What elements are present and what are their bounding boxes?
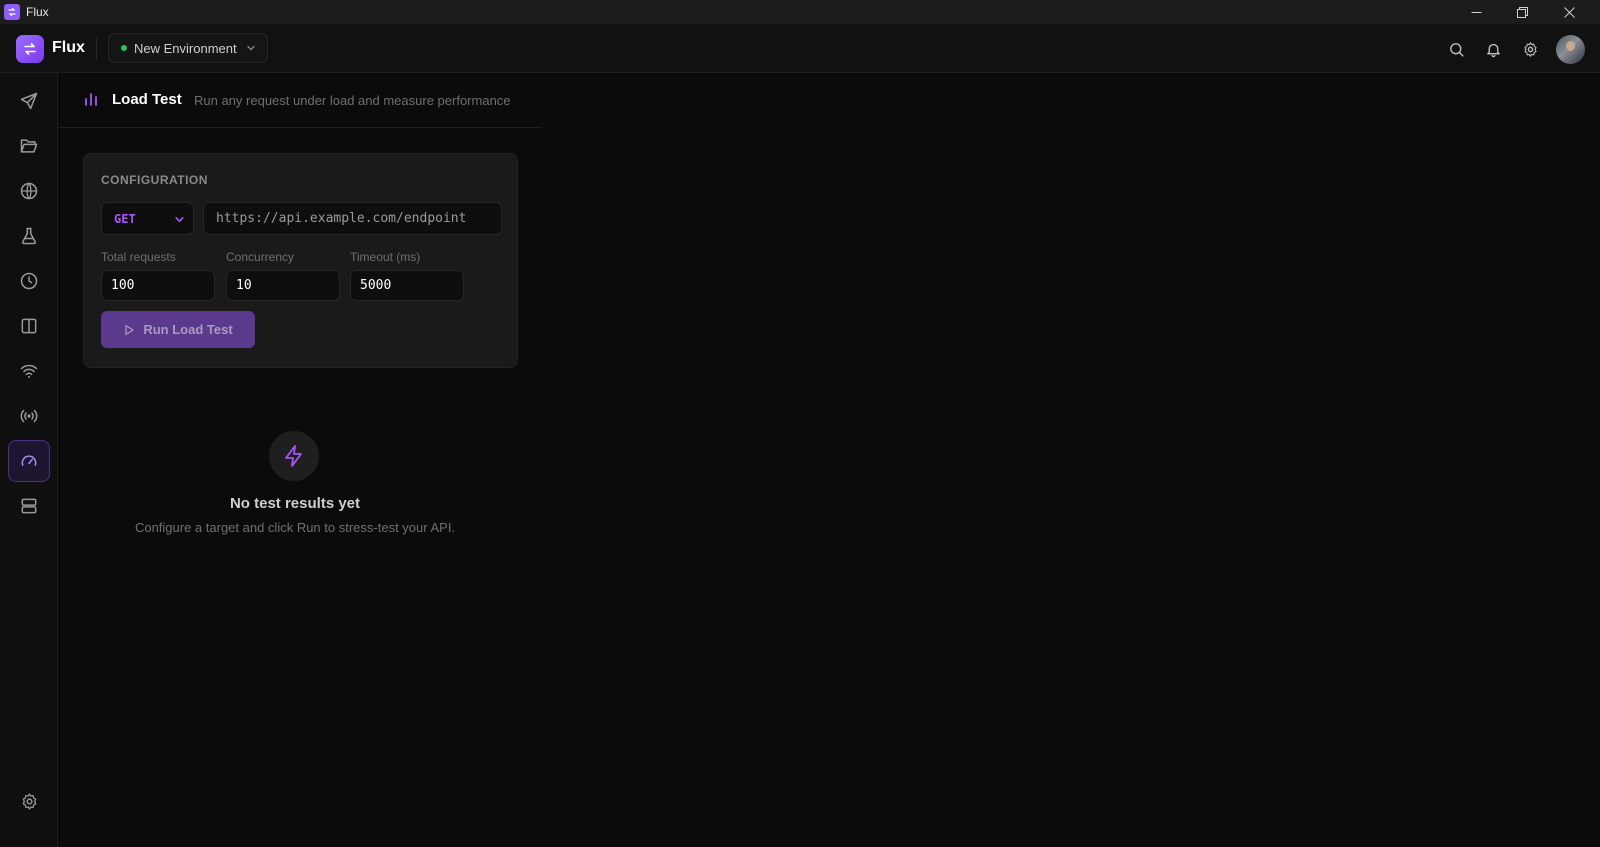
timeout-input[interactable] (350, 270, 464, 301)
url-input[interactable] (203, 202, 502, 235)
sidebar-item-requests[interactable] (8, 80, 50, 122)
empty-state-subtitle: Configure a target and click Run to stre… (134, 520, 456, 535)
brand-name: Flux (52, 39, 85, 56)
clock-icon (20, 272, 38, 290)
gear-icon (22, 792, 36, 810)
environment-status-dot (121, 45, 127, 51)
run-button-label: Run Load Test (143, 322, 233, 337)
total-requests-label: Total requests (101, 250, 176, 264)
empty-state-title: No test results yet (229, 495, 361, 512)
restore-button[interactable] (1499, 0, 1545, 24)
columns-icon (21, 318, 37, 334)
total-requests-input[interactable] (101, 270, 215, 301)
method-select[interactable]: GET (101, 202, 194, 235)
window-title: Flux (26, 5, 49, 19)
page-title: Load Test (112, 91, 182, 108)
folder-open-icon (20, 139, 38, 153)
app-header: Flux New Environment (0, 24, 1600, 73)
search-icon (1449, 42, 1464, 57)
minimize-button[interactable] (1453, 0, 1499, 24)
flux-logo (16, 35, 44, 63)
notifications-button[interactable] (1483, 39, 1503, 59)
empty-state-icon (269, 431, 319, 481)
sidebar-item-websocket[interactable] (8, 350, 50, 392)
concurrency-label: Concurrency (226, 250, 295, 264)
app-icon (4, 4, 20, 20)
transfer-icon (24, 43, 36, 55)
page-header: Load Test Run any request under load and… (58, 73, 542, 128)
window-titlebar: Flux (0, 0, 1600, 24)
environment-selector[interactable]: New Environment (108, 33, 268, 63)
sidebar-item-environments[interactable] (8, 170, 50, 212)
sidebar-item-load-test[interactable] (8, 440, 50, 482)
concurrency-input[interactable] (226, 270, 340, 301)
configuration-card: CONFIGURATION GET Total requests Concurr… (83, 153, 518, 368)
globe-icon (20, 182, 38, 200)
close-button[interactable] (1546, 0, 1592, 24)
timeout-label: Timeout (ms) (350, 250, 421, 264)
restore-icon (1516, 6, 1528, 18)
configuration-label: CONFIGURATION (101, 173, 208, 187)
flask-icon (21, 227, 37, 245)
environment-label: New Environment (134, 40, 237, 56)
lightning-icon (285, 445, 302, 467)
sidebar (0, 73, 58, 847)
gauge-icon (21, 455, 37, 466)
wifi-icon (20, 364, 38, 378)
server-icon (21, 498, 37, 514)
settings-button[interactable] (1520, 39, 1540, 59)
main-content: Load Test Run any request under load and… (58, 73, 1600, 847)
send-icon (20, 92, 38, 110)
sidebar-item-collections[interactable] (8, 125, 50, 167)
chevron-down-icon (246, 45, 255, 51)
search-button[interactable] (1446, 39, 1466, 59)
bar-chart-icon (85, 93, 97, 106)
sidebar-item-tests[interactable] (8, 215, 50, 257)
method-value: GET (114, 211, 136, 226)
sidebar-item-mock-servers[interactable] (8, 485, 50, 527)
bell-icon (1486, 43, 1500, 57)
chevron-down-icon (175, 217, 184, 223)
close-icon (1563, 6, 1575, 18)
sidebar-item-compare[interactable] (8, 305, 50, 347)
header-divider (96, 38, 97, 60)
gear-icon (1523, 41, 1537, 57)
minimize-icon (1471, 11, 1481, 13)
page-subtitle: Run any request under load and measure p… (194, 93, 511, 108)
play-icon (125, 324, 134, 335)
sidebar-item-history[interactable] (8, 260, 50, 302)
run-load-test-button[interactable]: Run Load Test (101, 311, 255, 348)
broadcast-icon (20, 409, 38, 423)
sidebar-item-realtime[interactable] (8, 395, 50, 437)
sidebar-item-settings[interactable] (8, 780, 50, 822)
user-avatar[interactable] (1556, 35, 1585, 64)
